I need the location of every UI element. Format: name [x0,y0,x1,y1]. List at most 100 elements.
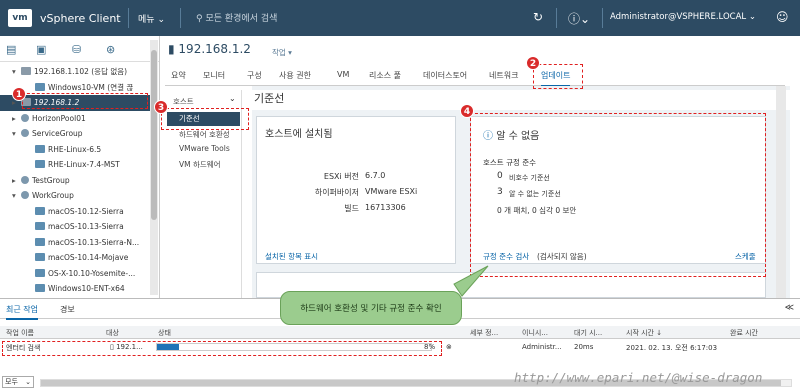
object-tabs: 요약 모니터 구성 사용 권한 VM 리소스 풀 데이터스토어 네트워크 업데이… [165,64,785,87]
tree-node-label: RHE-Linux-6.5 [48,144,102,154]
tree-node[interactable]: macOS-10.14-Mojave [0,250,150,266]
col-task-name[interactable]: 작업 이름 [6,328,34,338]
expand-arrow-icon[interactable]: ▾ [12,126,21,142]
smiley-icon[interactable]: ☺ [776,10,789,24]
esxi-version-value: 6.7.0 [365,171,386,180]
tree-node[interactable]: ▾ WorkGroup [0,188,150,204]
tab-summary[interactable]: 요약 [171,70,186,81]
col-queued[interactable]: 대기 시... [574,328,602,338]
tree-node[interactable]: macOS-10.13-Sierra-N... [0,235,150,251]
tab-resource-pools[interactable]: 리소스 풀 [369,70,401,81]
vmware-logo[interactable]: vm [8,9,32,27]
build-label: 빌드 [344,204,359,213]
tree-node-label: macOS-10.12-Sierra [48,206,124,216]
watermark: http://www.epari.net/@wise-dragon [514,370,763,385]
tasks-table-header: 작업 이름 대상 상태 세부 정... 이니시... 대기 시... 시작 시간… [0,326,800,339]
user-menu[interactable]: Administrator@VSPHERE.LOCAL ⌄ [610,12,756,22]
help-icon[interactable]: ⓘ⌄ [568,10,590,27]
divider [602,8,603,28]
col-details[interactable]: 세부 정... [470,328,498,338]
search-input[interactable]: ⚲ 모든 환경에서 검색 [196,11,277,24]
tree-node[interactable]: Windows10-ENT-x64 [0,281,150,297]
tree-node-label: macOS-10.13-Sierra-N... [48,237,140,247]
tree-node[interactable]: RHE-Linux-7.4-MST [0,157,150,173]
vapp-icon [21,129,29,137]
tab-vms[interactable]: VM [337,70,349,79]
annotation-badge-1: 1 [12,87,26,101]
show-installed-link[interactable]: 설치된 항목 표시 [265,251,318,262]
refresh-icon[interactable]: ↻ [533,10,543,24]
hypervisor-value: VMware ESXi [365,187,418,196]
navigator-tabs: ▤ ▣ ⛁ ⊛ [0,36,159,62]
tab-monitor[interactable]: 모니터 [203,70,225,81]
annotation-box-compliance [470,113,766,277]
expand-arrow-icon[interactable]: ▸ [12,173,21,189]
tree-scrollbar[interactable] [150,40,158,295]
col-target[interactable]: 대상 [106,328,119,338]
search-placeholder: 모든 환경에서 검색 [205,14,278,24]
tab-configure[interactable]: 구성 [247,70,262,81]
tab-networks[interactable]: 네트워크 [489,70,518,81]
vm-icon [35,253,45,261]
annotation-box-task [2,341,442,356]
vm-icon [35,206,45,215]
esxi-version-label: ESXi 버전 [323,172,359,181]
tree-node[interactable]: ▾ 192.168.1.102 (응답 없음) [0,64,150,80]
hosts-clusters-icon[interactable]: ▤ [6,43,16,56]
tab-alarms[interactable]: 경보 [60,304,75,315]
collapse-icon[interactable]: ≪ [785,303,794,313]
network-icon[interactable]: ⊛ [106,43,115,56]
col-status[interactable]: 상태 [158,328,171,338]
scroll-thumb[interactable] [151,50,157,220]
tab-recent-tasks[interactable]: 최근 작업 [6,304,38,320]
tree-node-label: Windows10-ENT-x64 [48,284,125,293]
tree-node[interactable]: macOS-10.13-Sierra [0,219,150,235]
menu-button[interactable]: 메뉴 ⌄ [138,12,165,25]
divider [180,8,181,28]
tab-datastores[interactable]: 데이터스토어 [423,70,467,81]
tree-node-label: Windows10-VM (연결 끊 [48,82,134,92]
subnav-hardware-compatibility[interactable]: 하드웨어 호환성 [179,129,230,140]
actions-menu[interactable]: 작업 ▾ [272,47,292,58]
vm-icon [35,82,45,91]
vm-icon [35,144,45,153]
object-title: ▮ 192.168.1.2 [168,42,251,56]
top-bar: vm vSphere Client 메뉴 ⌄ ⚲ 모든 환경에서 검색 ↻ ⓘ⌄… [0,0,800,36]
build-value: 16713306 [365,203,406,212]
annotation-box-updates [533,64,583,89]
tree-node[interactable]: ▸ TestGroup [0,173,150,189]
vm-icon [35,284,45,292]
callout-note: 하드웨어 호환성 및 기타 규정 준수 확인 [280,291,462,325]
hypervisor-label: 하이퍼바이저 [314,188,359,197]
task-filter-select[interactable]: 모두 ⌄ [2,376,34,388]
vapp-icon [21,175,29,184]
tree-node[interactable]: OS-X-10.10-Yosemite-... [0,266,150,282]
subnav-vm-hardware[interactable]: VM 하드웨어 [179,159,221,170]
expand-arrow-icon[interactable]: ▸ [12,111,21,127]
col-start-time[interactable]: 시작 시간 ↓ [626,328,662,338]
storage-icon[interactable]: ⛁ [72,43,81,56]
expand-arrow-icon[interactable]: ▾ [12,64,21,80]
chevron-down-icon[interactable]: ⌄ [229,94,236,103]
expand-arrow-icon[interactable]: ▾ [12,188,21,204]
content-scrollbar[interactable] [776,86,786,298]
annotation-box-baselines [161,108,249,130]
tree-node-label: RHE-Linux-7.4-MST [48,160,120,169]
cancel-task-icon[interactable]: ⊗ [446,343,452,351]
tree-node-label: WorkGroup [32,191,74,200]
app-title[interactable]: vSphere Client [40,12,121,25]
tree-node[interactable]: ▾ ServiceGroup [0,126,150,142]
tree-node[interactable]: ▸ HorizonPool01 [0,111,150,127]
tab-permissions[interactable]: 사용 권한 [279,70,311,81]
tree-node[interactable]: macOS-10.12-Sierra [0,204,150,220]
divider [556,8,557,28]
tree-node-label: 192.168.1.102 (응답 없음) [34,67,128,76]
tree-node-label: TestGroup [32,175,70,185]
tree-node[interactable]: RHE-Linux-6.5 [0,142,150,158]
subnav-header[interactable]: 호스트 [173,96,194,107]
subnav-vmware-tools[interactable]: VMware Tools [179,144,230,153]
col-initiator[interactable]: 이니시... [522,328,548,338]
vms-templates-icon[interactable]: ▣ [36,43,46,56]
col-completion-time[interactable]: 완료 시간 [730,328,758,338]
chevron-down-icon: ⌄ [25,378,31,386]
